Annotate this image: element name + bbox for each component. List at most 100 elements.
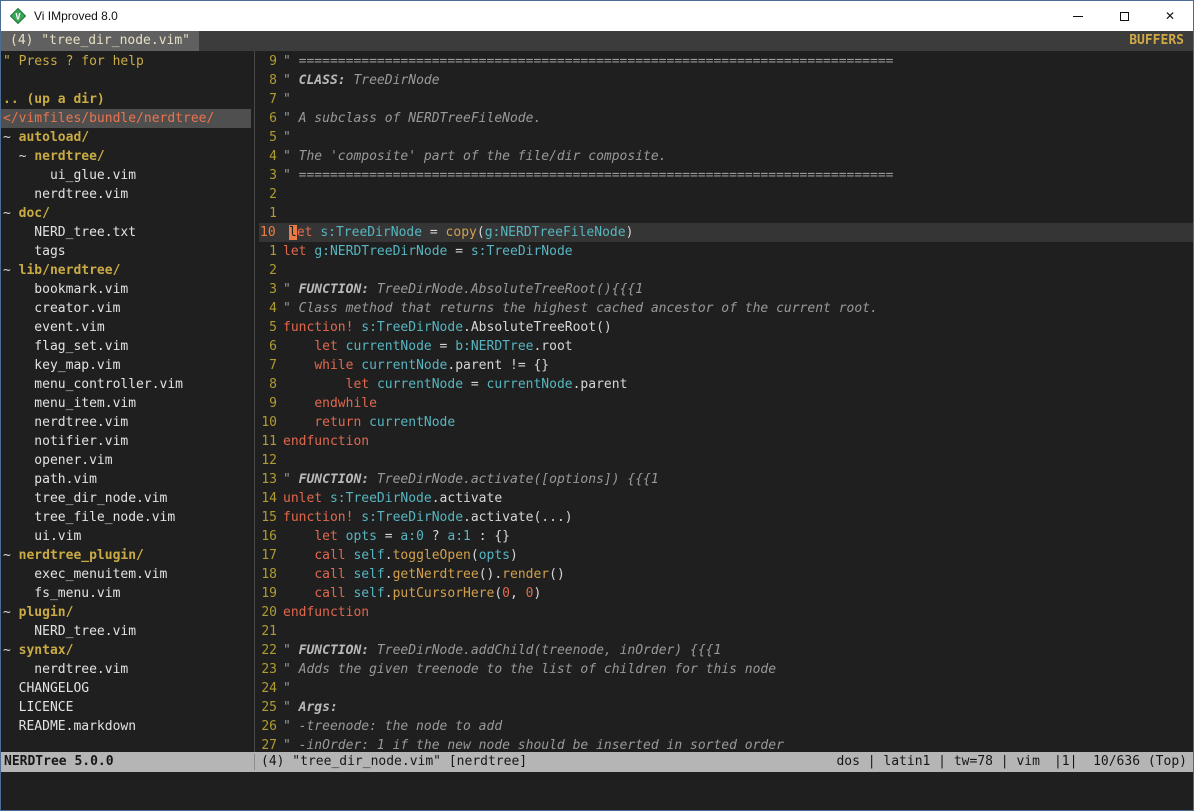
editor-line[interactable]: 1	[259, 204, 1193, 223]
tree-line[interactable]: nerdtree.vim	[1, 413, 251, 432]
tree-line[interactable]: tags	[1, 242, 251, 261]
code-token: function!	[283, 510, 353, 525]
code-token: "	[283, 681, 291, 696]
editor-line[interactable]: 19 call self.putCursorHere(0, 0)	[259, 584, 1193, 603]
tree-line[interactable]: ~ plugin/	[1, 603, 251, 622]
tree-line[interactable]: key_map.vim	[1, 356, 251, 375]
editor-line[interactable]: 26" -treenode: the node to add	[259, 717, 1193, 736]
window-separator[interactable]	[251, 51, 259, 752]
editor-line[interactable]: 10 return currentNode	[259, 413, 1193, 432]
maximize-button[interactable]	[1101, 1, 1147, 31]
editor-line[interactable]: 4" The 'composite' part of the file/dir …	[259, 147, 1193, 166]
code-token: ui.vim	[3, 529, 81, 544]
code-token: tags	[3, 244, 66, 259]
editor-line[interactable]: 10let s:TreeDirNode = copy(g:NERDTreeFil…	[259, 223, 1193, 242]
editor-line[interactable]: 7"	[259, 90, 1193, 109]
editor-line[interactable]: 1let g:NERDTreeDirNode = s:TreeDirNode	[259, 242, 1193, 261]
tree-line[interactable]: NERD_tree.vim	[1, 622, 251, 641]
code-token: CLASS:	[299, 73, 346, 88]
code-token: )	[533, 586, 541, 601]
code-token: " ======================================…	[283, 54, 893, 69]
editor-line[interactable]: 11endfunction	[259, 432, 1193, 451]
editor-line[interactable]: 18 call self.getNerdtree().render()	[259, 565, 1193, 584]
editor-line[interactable]: 13" FUNCTION: TreeDirNode.activate([opti…	[259, 470, 1193, 489]
code-token: " ======================================…	[283, 168, 893, 183]
code-token: FUNCTION:	[299, 472, 369, 487]
tree-line[interactable]: menu_item.vim	[1, 394, 251, 413]
tree-line[interactable]: CHANGELOG	[1, 679, 251, 698]
editor-line[interactable]: 15function! s:TreeDirNode.activate(...)	[259, 508, 1193, 527]
code-token	[338, 339, 346, 354]
close-button[interactable]: ✕	[1147, 1, 1193, 31]
editor-line[interactable]: 23" Adds the given treenode to the list …	[259, 660, 1193, 679]
editor-line[interactable]: 2	[259, 185, 1193, 204]
editor-line[interactable]: 16 let opts = a:0 ? a:1 : {}	[259, 527, 1193, 546]
code-token: .	[385, 548, 393, 563]
tree-line[interactable]: ~ nerdtree_plugin/	[1, 546, 251, 565]
minimize-button[interactable]	[1055, 1, 1101, 31]
code-token: syntax/	[19, 643, 74, 658]
tree-line[interactable]: tree_dir_node.vim	[1, 489, 251, 508]
tree-line[interactable]: ~ nerdtree/	[1, 147, 251, 166]
editor-line[interactable]: 6" A subclass of NERDTreeFileNode.	[259, 109, 1193, 128]
editor-line[interactable]: 17 call self.toggleOpen(opts)	[259, 546, 1193, 565]
tree-line[interactable]: menu_controller.vim	[1, 375, 251, 394]
code-token: ()	[549, 567, 565, 582]
tree-line[interactable]: fs_menu.vim	[1, 584, 251, 603]
tree-line[interactable]: opener.vim	[1, 451, 251, 470]
tree-line[interactable]: nerdtree.vim	[1, 185, 251, 204]
editor-line[interactable]: 3" =====================================…	[259, 166, 1193, 185]
tree-line[interactable]: nerdtree.vim	[1, 660, 251, 679]
editor-line[interactable]: 3" FUNCTION: TreeDirNode.AbsoluteTreeRoo…	[259, 280, 1193, 299]
tab-tree-dir-node[interactable]: (4) "tree_dir_node.vim"	[1, 31, 199, 51]
tree-line[interactable]: exec_menuitem.vim	[1, 565, 251, 584]
tree-line[interactable]: event.vim	[1, 318, 251, 337]
tree-line[interactable]: tree_file_node.vim	[1, 508, 251, 527]
code-token: event.vim	[3, 320, 105, 335]
editor-line[interactable]: 25" Args:	[259, 698, 1193, 717]
editor-line[interactable]: 27" -inOrder: 1 if the new node should b…	[259, 736, 1193, 752]
editor-line[interactable]: 5function! s:TreeDirNode.AbsoluteTreeRoo…	[259, 318, 1193, 337]
editor-line[interactable]: 8 let currentNode = currentNode.parent	[259, 375, 1193, 394]
code-token: " A subclass of NERDTreeFileNode.	[283, 111, 541, 126]
tree-line[interactable]: ~ autoload/	[1, 128, 251, 147]
line-number: 15	[259, 508, 283, 527]
tree-line[interactable]: README.markdown	[1, 717, 251, 736]
editor-line[interactable]: 2	[259, 261, 1193, 280]
tree-line[interactable]: ~ lib/nerdtree/	[1, 261, 251, 280]
editor-line[interactable]: 7 while currentNode.parent != {}	[259, 356, 1193, 375]
code-token: TreeDirNode.AbsoluteTreeRoot(){{{1	[369, 282, 643, 297]
titlebar-drag-area[interactable]	[118, 1, 1055, 31]
window-title: Vi IMproved 8.0	[34, 9, 118, 23]
editor-line[interactable]: 5"	[259, 128, 1193, 147]
editor-line[interactable]: 20endfunction	[259, 603, 1193, 622]
tree-line[interactable]: ui.vim	[1, 527, 251, 546]
tree-line[interactable]: creator.vim	[1, 299, 251, 318]
editor-line[interactable]: 24"	[259, 679, 1193, 698]
editor-line[interactable]: 12	[259, 451, 1193, 470]
code-token	[283, 377, 346, 392]
editor-line[interactable]: 4" Class method that returns the highest…	[259, 299, 1193, 318]
tree-line[interactable]: path.vim	[1, 470, 251, 489]
tree-line[interactable]: ~ doc/	[1, 204, 251, 223]
tree-line[interactable]: </vimfiles/bundle/nerdtree/	[1, 109, 251, 128]
editor-line[interactable]: 8" CLASS: TreeDirNode	[259, 71, 1193, 90]
tree-line[interactable]: " Press ? for help	[1, 52, 251, 71]
tree-line[interactable]: bookmark.vim	[1, 280, 251, 299]
tree-line[interactable]: .. (up a dir)	[1, 90, 251, 109]
command-line[interactable]	[1, 772, 1193, 810]
code-token: tree_dir_node.vim	[3, 491, 167, 506]
tree-line[interactable]: ~ syntax/	[1, 641, 251, 660]
editor-line[interactable]: 21	[259, 622, 1193, 641]
editor-line[interactable]: 9 endwhile	[259, 394, 1193, 413]
tree-line[interactable]: notifier.vim	[1, 432, 251, 451]
tree-line[interactable]: NERD_tree.txt	[1, 223, 251, 242]
tree-line[interactable]: LICENCE	[1, 698, 251, 717]
editor-line[interactable]: 22" FUNCTION: TreeDirNode.addChild(treen…	[259, 641, 1193, 660]
editor-line[interactable]: 14unlet s:TreeDirNode.activate	[259, 489, 1193, 508]
tree-line[interactable]: flag_set.vim	[1, 337, 251, 356]
tree-line[interactable]	[1, 71, 251, 90]
editor-line[interactable]: 9" =====================================…	[259, 52, 1193, 71]
tree-line[interactable]: ui_glue.vim	[1, 166, 251, 185]
editor-line[interactable]: 6 let currentNode = b:NERDTree.root	[259, 337, 1193, 356]
